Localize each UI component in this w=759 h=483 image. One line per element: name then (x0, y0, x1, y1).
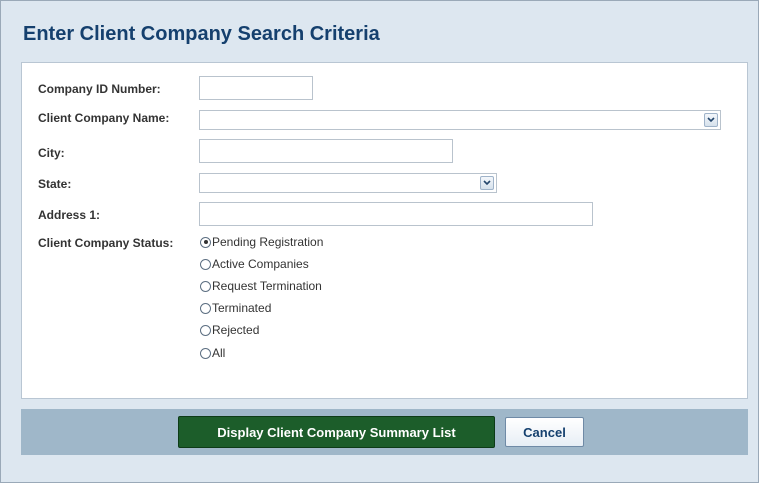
radio-button[interactable] (200, 280, 211, 292)
company-id-input[interactable] (199, 76, 313, 100)
client-company-name-select[interactable] (199, 110, 721, 130)
radio-button[interactable] (200, 236, 211, 248)
address1-input[interactable] (199, 202, 593, 226)
city-input[interactable] (199, 139, 453, 163)
company-id-label: Company ID Number: (38, 82, 161, 96)
status-option-label: Rejected (212, 323, 260, 337)
chevron-down-icon[interactable] (480, 176, 494, 190)
address1-label: Address 1: (38, 208, 101, 222)
status-option-label: Terminated (212, 301, 272, 315)
status-option-pending-registration[interactable]: Pending Registration (200, 233, 323, 251)
status-option-active-companies[interactable]: Active Companies (200, 255, 309, 273)
status-option-terminated[interactable]: Terminated (200, 299, 271, 317)
search-criteria-form: Company ID Number: Client Company Name: … (21, 62, 748, 399)
display-summary-list-button[interactable]: Display Client Company Summary List (178, 416, 495, 448)
city-label: City: (38, 146, 65, 160)
status-option-request-termination[interactable]: Request Termination (200, 277, 322, 295)
status-option-all[interactable]: All (200, 344, 225, 362)
client-company-status-label: Client Company Status: (38, 236, 174, 250)
status-option-label: Pending Registration (212, 235, 324, 249)
button-bar: Display Client Company Summary List Canc… (21, 409, 748, 455)
status-option-label: Active Companies (212, 257, 309, 271)
radio-button[interactable] (200, 302, 211, 314)
state-select[interactable] (199, 173, 497, 193)
search-dialog: Enter Client Company Search Criteria Com… (0, 0, 759, 483)
cancel-button[interactable]: Cancel (505, 417, 584, 447)
state-label: State: (38, 177, 72, 191)
dialog-title: Enter Client Company Search Criteria (23, 23, 380, 45)
status-option-rejected[interactable]: Rejected (200, 321, 259, 339)
status-option-label: Request Termination (212, 279, 322, 293)
radio-button[interactable] (200, 258, 211, 270)
radio-button[interactable] (200, 347, 211, 359)
chevron-down-icon[interactable] (704, 113, 718, 127)
radio-button[interactable] (200, 324, 211, 336)
client-company-name-label: Client Company Name: (38, 111, 170, 125)
status-option-label: All (212, 346, 226, 360)
